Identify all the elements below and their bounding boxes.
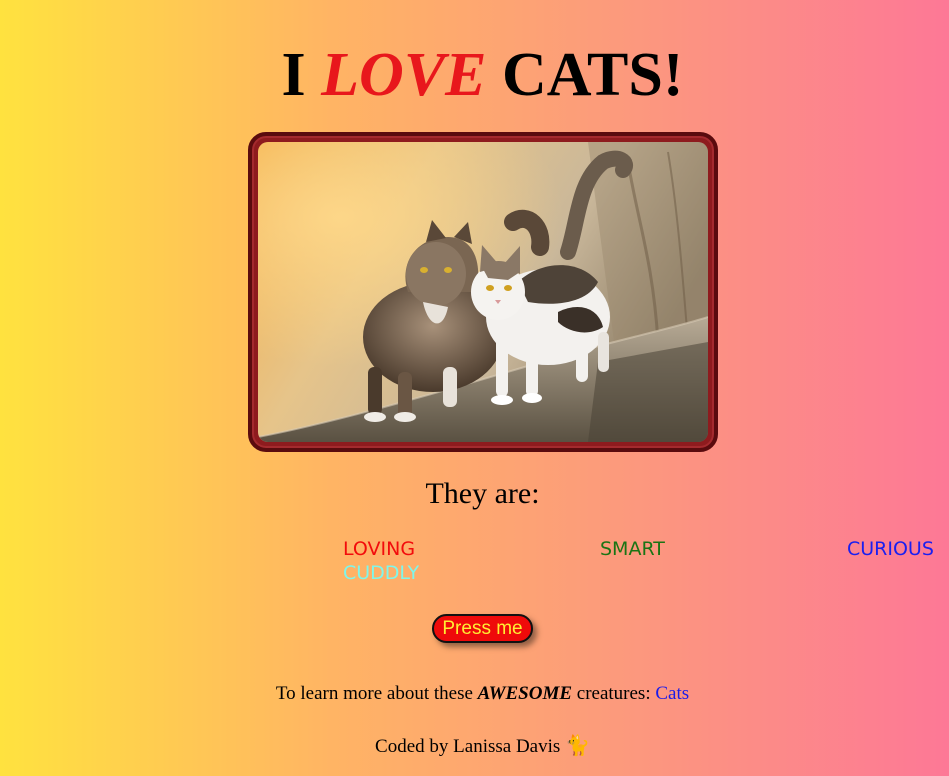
title-suffix: CATS! bbox=[502, 41, 684, 109]
learn-more-line: To learn more about these AWESOME creatu… bbox=[0, 682, 949, 706]
trait-curious: CURIOUS bbox=[847, 538, 934, 560]
traits-heading: They are: bbox=[425, 477, 540, 510]
cat-photo-frame bbox=[248, 132, 718, 452]
trait-cuddly: CUDDLY bbox=[343, 562, 420, 584]
press-me-button[interactable]: Press me bbox=[432, 614, 533, 643]
title-emphasis: LOVE bbox=[321, 41, 487, 109]
footer-credit: Coded by Lanissa Davis 🐈 bbox=[0, 733, 949, 759]
trait-loving: LOVING bbox=[343, 538, 416, 560]
cats-link[interactable]: Cats bbox=[655, 683, 689, 704]
two-cats-photo bbox=[258, 142, 708, 442]
credit-text: Coded by Lanissa Davis bbox=[375, 736, 561, 757]
trait-smart: SMART bbox=[600, 538, 665, 560]
page-title: I LOVE CATS! bbox=[0, 40, 949, 110]
learn-more-suffix: creatures: bbox=[576, 683, 651, 704]
traits-list: LOVING SMART CURIOUS CUDDLY bbox=[0, 537, 949, 587]
learn-more-prefix: To learn more about these bbox=[275, 683, 473, 704]
title-prefix: I bbox=[281, 41, 306, 109]
cat-icon: 🐈 bbox=[565, 733, 590, 757]
learn-more-emphasis: AWESOME bbox=[477, 683, 573, 704]
